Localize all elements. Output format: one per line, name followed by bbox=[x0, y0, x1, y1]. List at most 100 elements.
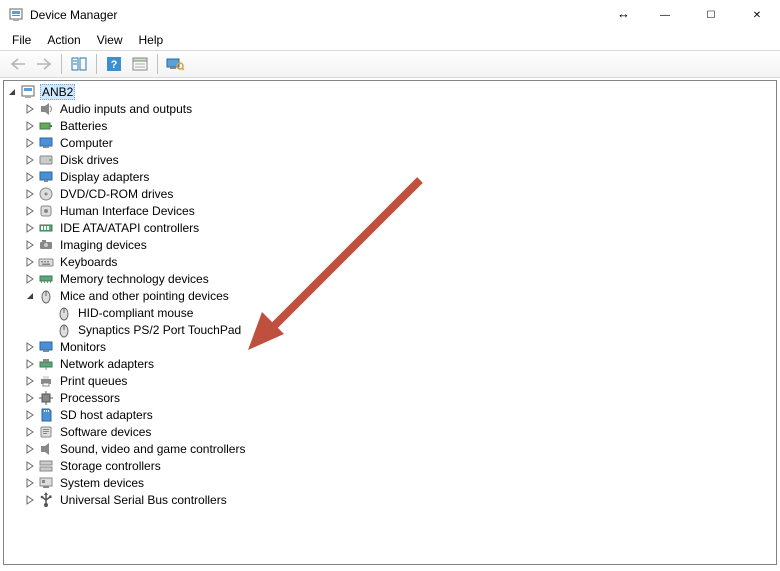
tree-category-hid[interactable]: Human Interface Devices bbox=[4, 202, 776, 219]
expand-icon[interactable] bbox=[22, 441, 38, 457]
tree-item-label: Storage controllers bbox=[58, 459, 163, 473]
expand-icon[interactable] bbox=[22, 407, 38, 423]
keyboard-icon bbox=[38, 254, 54, 270]
computer-icon bbox=[38, 135, 54, 151]
tree-category-ide[interactable]: IDE ATA/ATAPI controllers bbox=[4, 219, 776, 236]
expand-icon[interactable] bbox=[22, 339, 38, 355]
tree-item-label: Batteries bbox=[58, 119, 109, 133]
tree-category-printer[interactable]: Print queues bbox=[4, 372, 776, 389]
collapse-icon[interactable] bbox=[4, 84, 20, 100]
monitor-icon bbox=[38, 339, 54, 355]
tree-item-label: Human Interface Devices bbox=[58, 204, 197, 218]
tree-item-label: Synaptics PS/2 Port TouchPad bbox=[76, 323, 243, 337]
optical-icon bbox=[38, 186, 54, 202]
menu-action[interactable]: Action bbox=[41, 32, 86, 48]
expand-icon[interactable] bbox=[22, 271, 38, 287]
imaging-icon bbox=[38, 237, 54, 253]
tree-item-label: System devices bbox=[58, 476, 146, 490]
tree-item-label: IDE ATA/ATAPI controllers bbox=[58, 221, 201, 235]
tree-item-label: SD host adapters bbox=[58, 408, 155, 422]
expand-icon[interactable] bbox=[22, 373, 38, 389]
tree-category-system[interactable]: System devices bbox=[4, 474, 776, 491]
tree-root[interactable]: ANB2 bbox=[4, 83, 776, 100]
tree-item-label: Software devices bbox=[58, 425, 153, 439]
collapse-icon[interactable] bbox=[22, 288, 38, 304]
device-tree: ANB2Audio inputs and outputs BatteriesCom… bbox=[4, 81, 776, 510]
tree-category-monitor[interactable]: Monitors bbox=[4, 338, 776, 355]
expand-icon[interactable] bbox=[22, 237, 38, 253]
cpu-icon bbox=[38, 390, 54, 406]
tree-device-1[interactable]: Synaptics PS/2 Port TouchPad bbox=[4, 321, 776, 338]
menu-view[interactable]: View bbox=[91, 32, 129, 48]
tree-category-cpu[interactable]: Processors bbox=[4, 389, 776, 406]
tree-item-label: DVD/CD-ROM drives bbox=[58, 187, 175, 201]
tree-category-display[interactable]: Display adapters bbox=[4, 168, 776, 185]
tree-item-label: Sound, video and game controllers bbox=[58, 442, 247, 456]
tree-category-network[interactable]: Network adapters bbox=[4, 355, 776, 372]
maximize-button[interactable]: ☐ bbox=[688, 0, 734, 30]
expand-icon[interactable] bbox=[22, 118, 38, 134]
expand-icon[interactable] bbox=[22, 203, 38, 219]
tree-category-computer[interactable]: Computer bbox=[4, 134, 776, 151]
titlebar: Device Manager ↔ — ☐ ✕ bbox=[0, 0, 780, 30]
expand-icon[interactable] bbox=[22, 152, 38, 168]
tree-item-label: Imaging devices bbox=[58, 238, 149, 252]
forward-button bbox=[32, 53, 56, 75]
expand-icon[interactable] bbox=[22, 186, 38, 202]
memory-icon bbox=[38, 271, 54, 287]
root-icon bbox=[20, 84, 36, 100]
device-tree-container[interactable]: ANB2Audio inputs and outputs BatteriesCom… bbox=[3, 80, 777, 565]
expand-icon[interactable] bbox=[22, 424, 38, 440]
mouse-icon bbox=[56, 322, 72, 338]
expand-icon[interactable] bbox=[22, 356, 38, 372]
tree-item-label: ANB2 bbox=[40, 84, 75, 100]
help-button[interactable]: ? bbox=[102, 53, 126, 75]
properties-button[interactable] bbox=[128, 53, 152, 75]
svg-text:?: ? bbox=[111, 59, 118, 71]
menu-file[interactable]: File bbox=[6, 32, 37, 48]
usb-icon bbox=[38, 492, 54, 508]
hid-icon bbox=[38, 203, 54, 219]
sd-icon bbox=[38, 407, 54, 423]
expand-icon[interactable] bbox=[22, 101, 38, 117]
tree-category-imaging[interactable]: Imaging devices bbox=[4, 236, 776, 253]
tree-category-usb[interactable]: Universal Serial Bus controllers bbox=[4, 491, 776, 508]
expand-icon[interactable] bbox=[22, 492, 38, 508]
tree-category-audio[interactable]: Audio inputs and outputs bbox=[4, 100, 776, 117]
tree-category-software[interactable]: Software devices bbox=[4, 423, 776, 440]
close-button[interactable]: ✕ bbox=[734, 0, 780, 30]
tree-category-memory[interactable]: Memory technology devices bbox=[4, 270, 776, 287]
toolbar-separator bbox=[61, 54, 62, 74]
mouse-icon bbox=[38, 288, 54, 304]
tree-category-disk[interactable]: Disk drives bbox=[4, 151, 776, 168]
expand-icon[interactable] bbox=[22, 254, 38, 270]
back-button bbox=[6, 53, 30, 75]
show-hidden-button[interactable] bbox=[67, 53, 91, 75]
expand-icon[interactable] bbox=[22, 458, 38, 474]
tree-item-label: Memory technology devices bbox=[58, 272, 211, 286]
tree-category-keyboard[interactable]: Keyboards bbox=[4, 253, 776, 270]
tree-item-label: Print queues bbox=[58, 374, 129, 388]
expand-icon[interactable] bbox=[22, 220, 38, 236]
toolbar: ? bbox=[0, 50, 780, 78]
tree-device-0[interactable]: HID-compliant mouse bbox=[4, 304, 776, 321]
minimize-button[interactable]: — bbox=[642, 0, 688, 30]
scan-button[interactable] bbox=[163, 53, 187, 75]
printer-icon bbox=[38, 373, 54, 389]
app-icon bbox=[8, 7, 24, 23]
tree-category-mouse[interactable]: Mice and other pointing devices bbox=[4, 287, 776, 304]
tree-category-sound[interactable]: Sound, video and game controllers bbox=[4, 440, 776, 457]
expand-icon[interactable] bbox=[22, 169, 38, 185]
tree-item-label: Mice and other pointing devices bbox=[58, 289, 231, 303]
tree-item-label: Universal Serial Bus controllers bbox=[58, 493, 229, 507]
tree-item-label: Disk drives bbox=[58, 153, 121, 167]
expand-icon[interactable] bbox=[22, 475, 38, 491]
tree-category-storage[interactable]: Storage controllers bbox=[4, 457, 776, 474]
tree-item-label: Monitors bbox=[58, 340, 108, 354]
tree-category-sd[interactable]: SD host adapters bbox=[4, 406, 776, 423]
expand-icon[interactable] bbox=[22, 390, 38, 406]
tree-category-optical[interactable]: DVD/CD-ROM drives bbox=[4, 185, 776, 202]
expand-icon[interactable] bbox=[22, 135, 38, 151]
tree-category-battery[interactable]: Batteries bbox=[4, 117, 776, 134]
menu-help[interactable]: Help bbox=[133, 32, 170, 48]
